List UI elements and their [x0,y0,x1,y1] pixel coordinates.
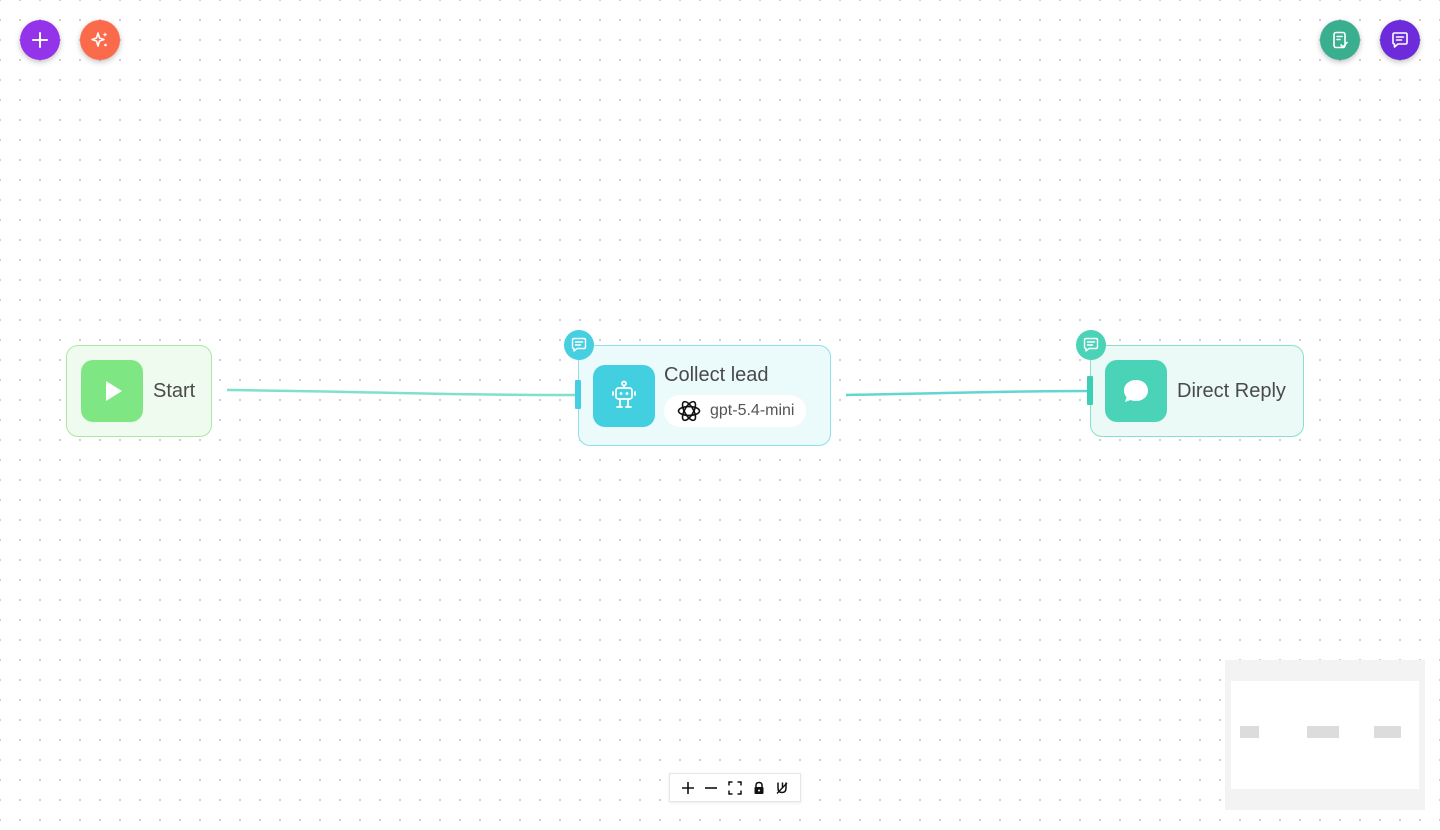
start-node[interactable]: Start [66,345,212,437]
plus-icon [681,781,694,794]
magnet-icon [776,782,788,794]
reply-input-handle[interactable] [1087,376,1093,405]
agent-input-handle[interactable] [575,380,581,409]
model-badge[interactable]: gpt-5.4-mini [664,395,807,427]
zoom-in-button[interactable] [678,778,698,798]
reply-node-label: Direct Reply [1177,379,1286,402]
comment-icon [571,337,587,352]
clipboard-check-icon [1333,31,1348,49]
agent-comment-badge[interactable] [564,330,594,360]
agent-node-icon [593,364,655,427]
minimap-node-agent [1307,726,1339,738]
fit-view-icon [728,780,742,795]
fit-view-button[interactable] [725,778,745,798]
reply-comment-badge[interactable] [1076,330,1106,360]
edge-agent-to-reply[interactable] [845,389,1090,397]
canvas-controls [669,773,801,802]
zoom-out-button[interactable] [701,778,721,798]
minimap-node-start [1240,726,1259,738]
minus-icon [705,786,718,789]
chat-test-button[interactable] [1380,20,1420,60]
add-node-button[interactable] [20,20,60,60]
plus-icon [32,32,48,48]
validate-flow-button[interactable] [1320,20,1360,60]
agent-node-collect-lead[interactable]: Collect lead gpt-5.4-mini [578,345,831,446]
robot-icon [612,380,636,408]
ai-assistant-button[interactable] [80,20,120,60]
minimap-viewport[interactable] [1231,681,1419,789]
openai-logo-icon [677,400,701,422]
edge-start-to-agent[interactable] [226,388,578,397]
minimap-node-reply [1374,726,1401,738]
flow-canvas[interactable]: Start Collect lead gpt-5.4-mini Direct R… [0,0,1440,830]
model-name: gpt-5.4-mini [710,402,795,419]
direct-reply-node[interactable]: Direct Reply [1090,345,1304,437]
sparkles-icon [91,32,108,47]
snap-magnet-button[interactable] [772,778,792,798]
agent-node-label: Collect lead [664,364,769,386]
play-icon [106,381,122,401]
start-node-label: Start [153,379,196,402]
message-bubble-icon [1124,380,1148,402]
minimap[interactable] [1225,660,1425,810]
start-node-icon [81,360,143,422]
lock-button[interactable] [749,778,769,798]
chat-icon [1392,32,1408,48]
comment-icon [1083,337,1099,352]
reply-node-icon [1105,360,1167,422]
lock-icon [754,781,764,794]
